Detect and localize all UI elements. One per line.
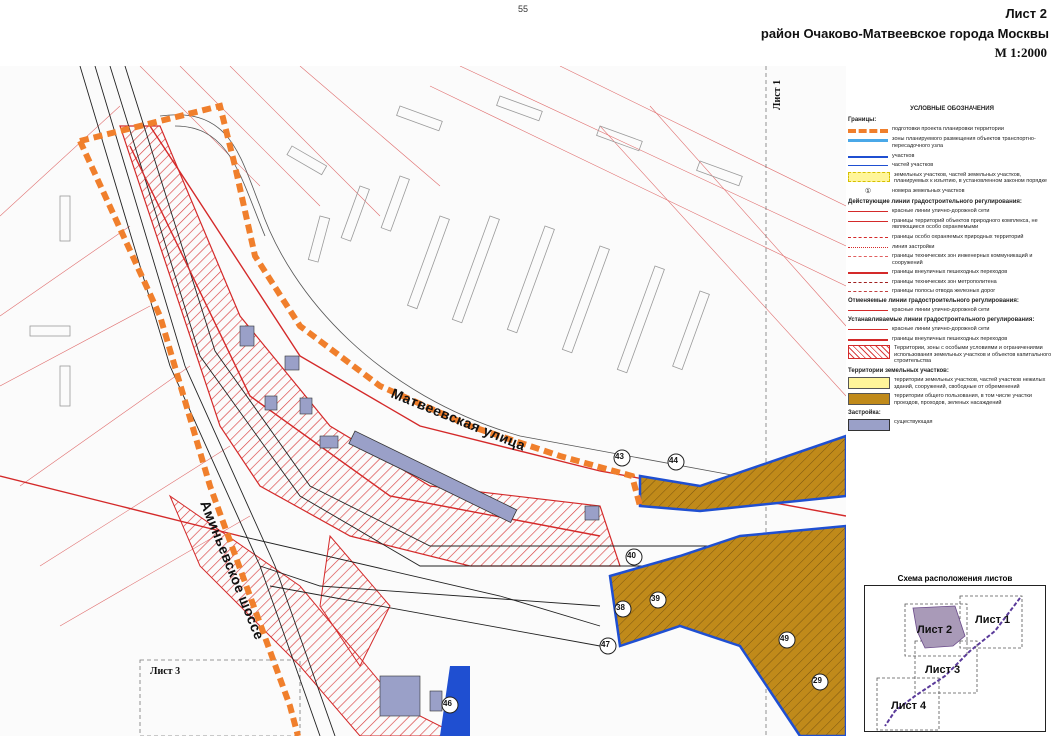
parcel-44: 44 [669,456,678,465]
map-scale: М 1:2000 [994,45,1047,60]
legend-section-bounds: Границы: [848,117,877,124]
legend-swatch-project-boundary [848,129,888,134]
parcel-46: 46 [443,699,452,708]
schema-sheet-1: Лист 1 [975,614,1011,626]
sheet-ref-1: Лист 1 [772,79,783,110]
legend-section-land: Территории земельных участков: [848,368,949,374]
legend-swatch-parcel-parts [848,165,888,167]
page-number: 55 [518,4,529,14]
sheet-ref-3: Лист 3 [150,666,181,677]
parcel-49: 49 [780,634,789,643]
sheet-layout-schema: Лист 1 Лист 2 Лист 3 Лист 4 [864,585,1046,732]
parcel-29: 29 [813,676,822,685]
legend-title: УСЛОВНЫЕ ОБОЗНАЧЕНИЯ [910,106,994,112]
district-title: район Очаково-Матвеевское города Москвы [760,26,1049,41]
map-legend: УСЛОВНЫЕ ОБОЗНАЧЕНИЯ Границы: подготовки… [848,106,1056,434]
legend-swatch-seizure [848,171,890,182]
legend-swatch-hatch [848,345,890,360]
schema-sheet-2: Лист 2 [917,624,953,636]
schema-sheet-4: Лист 4 [891,700,927,712]
schema-sheet-3: Лист 3 [925,664,961,676]
legend-swatch-parcels [848,155,888,158]
parcel-38: 38 [616,603,625,612]
legend-section-cancel: Отменяемые линии градостроительного регу… [848,298,1019,305]
parcel-43: 43 [615,452,624,461]
legend-swatch-parcel-number: ① [864,187,872,195]
legend-swatch-tpu-zone [848,139,888,143]
sheet-title: Лист 2 [1005,6,1047,21]
parcel-40: 40 [627,551,636,560]
legend-section-build: Застройка: [848,409,881,416]
parcel-47: 47 [601,640,610,649]
legend-section-active: Действующие линии градостроительного рег… [848,198,1022,205]
parcel-39: 39 [651,594,660,603]
legend-section-set: Устанавливаемые линии градостроительного… [848,316,1035,323]
schema-title: Схема расположения листов [897,574,1013,583]
